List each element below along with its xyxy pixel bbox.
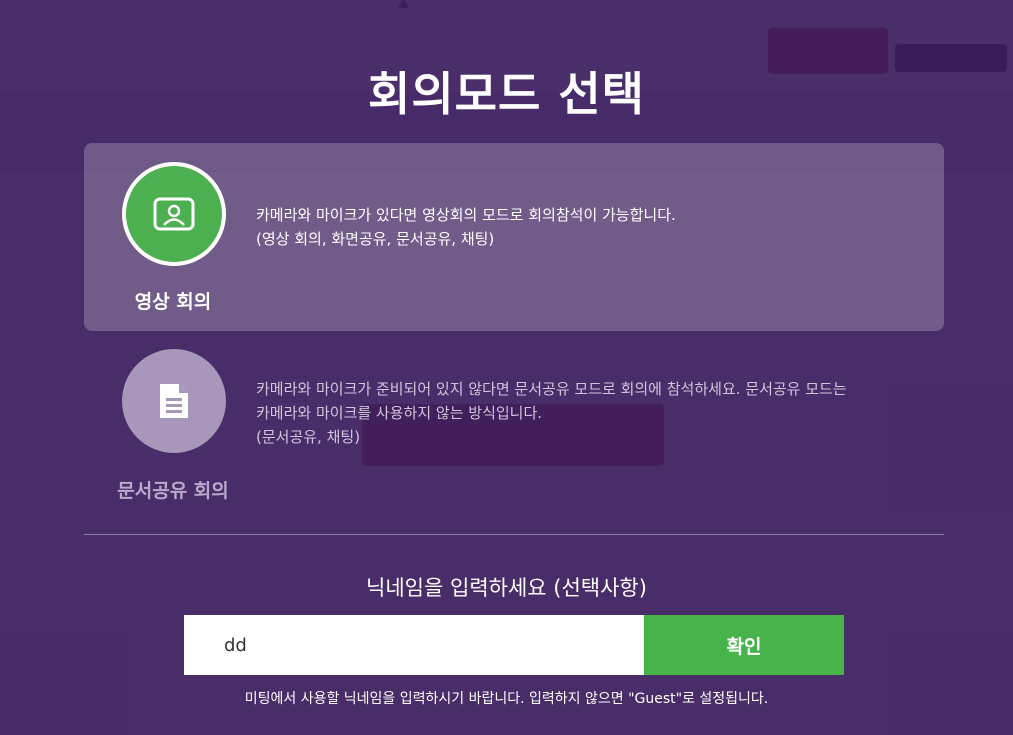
mode-desc-line: 카메라와 마이크가 준비되어 있지 않다면 문서공유 모드로 회의에 참석하세요…: [256, 380, 847, 398]
mode-desc-line: 카메라와 마이크가 있다면 영상회의 모드로 회의참석이 가능합니다.: [256, 206, 676, 224]
mode-desc-video: 카메라와 마이크가 있다면 영상회의 모드로 회의참석이 가능합니다. (영상 …: [256, 203, 676, 251]
mode-desc-line: (문서공유, 채팅): [256, 428, 361, 446]
divider: [84, 534, 944, 535]
nickname-help-text: 미팅에서 사용할 닉네임을 입력하시기 바랍니다. 입력하지 않으면 "Gues…: [244, 691, 769, 707]
document-icon: [122, 349, 226, 453]
mode-desc-line: 카메라와 마이크를 사용하지 않는 방식입니다.: [256, 404, 543, 422]
mode-select-modal: 회의모드 선택 영상 회의 카메라와 마이크가 있다면 영상회의 모드로 회의참…: [0, 0, 1013, 735]
nickname-input[interactable]: [184, 615, 644, 675]
nickname-label: 닉네임을 입력하세요 (선택사항): [366, 576, 647, 600]
modal-title: 회의모드 선택: [368, 67, 645, 121]
mode-desc-document: 카메라와 마이크가 준비되어 있지 않다면 문서공유 모드로 회의에 참석하세요…: [256, 377, 936, 449]
mode-option-video[interactable]: 영상 회의 카메라와 마이크가 있다면 영상회의 모드로 회의참석이 가능합니다…: [84, 143, 944, 331]
mode-label-document: 문서공유 회의: [117, 480, 229, 502]
video-user-icon: [122, 162, 226, 266]
mode-desc-line: (영상 회의, 화면공유, 문서공유, 채팅): [256, 230, 495, 248]
mode-option-document[interactable]: 문서공유 회의 카메라와 마이크가 준비되어 있지 않다면 문서공유 모드로 회…: [84, 340, 944, 512]
mode-label-video: 영상 회의: [134, 291, 212, 313]
confirm-button[interactable]: 확인: [644, 615, 844, 675]
